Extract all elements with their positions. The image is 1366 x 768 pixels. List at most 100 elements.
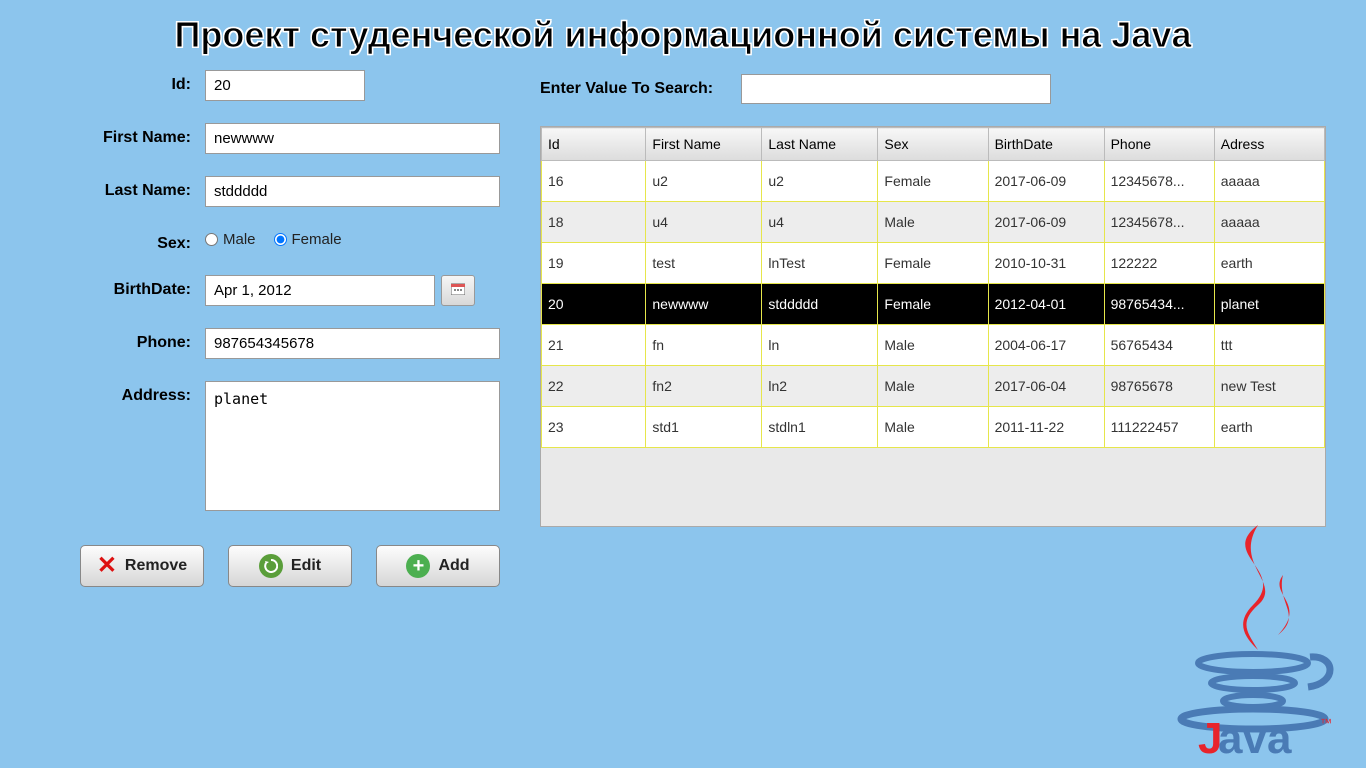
radio-female-text: Female: [292, 231, 342, 248]
cell-bd: 2004-06-17: [988, 325, 1104, 366]
add-button-label: Add: [438, 557, 469, 575]
cell-bd: 2010-10-31: [988, 243, 1104, 284]
students-table: Id First Name Last Name Sex BirthDate Ph…: [540, 126, 1326, 527]
table-row[interactable]: 16u2u2Female2017-06-0912345678...aaaaa: [542, 161, 1325, 202]
table-row[interactable]: 18u4u4Male2017-06-0912345678...aaaaa: [542, 202, 1325, 243]
cell-ln: u4: [762, 202, 878, 243]
radio-male-label[interactable]: Male: [205, 231, 256, 248]
table-row[interactable]: 22fn2ln2Male2017-06-0498765678new Test: [542, 366, 1325, 407]
first-name-field[interactable]: [205, 123, 500, 154]
page-title: Проект студенческой информационной систе…: [0, 0, 1366, 70]
cell-ph: 12345678...: [1104, 161, 1214, 202]
cell-id: 16: [542, 161, 646, 202]
edit-button[interactable]: Edit: [228, 545, 352, 587]
table-row[interactable]: 19testlnTestFemale2010-10-31122222earth: [542, 243, 1325, 284]
id-field[interactable]: [205, 70, 365, 101]
table-row[interactable]: 21fnlnMale2004-06-1756765434ttt: [542, 325, 1325, 366]
cell-sex: Male: [878, 407, 988, 448]
th-address[interactable]: Adress: [1214, 128, 1324, 161]
radio-male-text: Male: [223, 231, 256, 248]
cell-ad: ttt: [1214, 325, 1324, 366]
cell-bd: 2017-06-09: [988, 202, 1104, 243]
cell-fn: fn: [646, 325, 762, 366]
label-last-name: Last Name:: [40, 176, 205, 200]
table-header-row: Id First Name Last Name Sex BirthDate Ph…: [542, 128, 1325, 161]
cell-sex: Male: [878, 325, 988, 366]
cell-id: 19: [542, 243, 646, 284]
cell-fn: fn2: [646, 366, 762, 407]
cell-ln: lnTest: [762, 243, 878, 284]
table-row[interactable]: 20newwwwstdddddFemale2012-04-0198765434.…: [542, 284, 1325, 325]
cell-ln: ln2: [762, 366, 878, 407]
cell-bd: 2017-06-09: [988, 161, 1104, 202]
label-first-name: First Name:: [40, 123, 205, 147]
cell-ph: 56765434: [1104, 325, 1214, 366]
cell-ln: ln: [762, 325, 878, 366]
calendar-button[interactable]: [441, 275, 475, 306]
th-phone[interactable]: Phone: [1104, 128, 1214, 161]
cell-ad: earth: [1214, 243, 1324, 284]
cell-sex: Female: [878, 243, 988, 284]
cell-id: 21: [542, 325, 646, 366]
cell-ln: u2: [762, 161, 878, 202]
cell-id: 22: [542, 366, 646, 407]
svg-text:™: ™: [1320, 716, 1332, 730]
cell-ad: aaaaa: [1214, 161, 1324, 202]
cell-sex: Male: [878, 202, 988, 243]
cell-ad: planet: [1214, 284, 1324, 325]
cell-ph: 122222: [1104, 243, 1214, 284]
remove-button[interactable]: ✕ Remove: [80, 545, 204, 587]
cell-ln: stddddd: [762, 284, 878, 325]
remove-icon: ✕: [97, 554, 117, 578]
form-panel: Id: First Name: Last Name: Sex: Male Fem…: [40, 70, 500, 587]
last-name-field[interactable]: [205, 176, 500, 207]
cell-sex: Female: [878, 284, 988, 325]
th-last-name[interactable]: Last Name: [762, 128, 878, 161]
birthdate-field[interactable]: [205, 275, 435, 306]
cell-fn: std1: [646, 407, 762, 448]
cell-sex: Female: [878, 161, 988, 202]
add-icon: +: [406, 554, 430, 578]
cell-ln: stdln1: [762, 407, 878, 448]
radio-male[interactable]: [205, 233, 218, 246]
remove-button-label: Remove: [125, 557, 187, 575]
cell-fn: u2: [646, 161, 762, 202]
label-birthdate: BirthDate:: [40, 275, 205, 299]
table-row[interactable]: 23std1stdln1Male2011-11-22111222457earth: [542, 407, 1325, 448]
search-label: Enter Value To Search:: [540, 80, 713, 98]
cell-fn: test: [646, 243, 762, 284]
cell-ad: new Test: [1214, 366, 1324, 407]
java-logo-text: ava: [1218, 714, 1292, 755]
radio-female[interactable]: [274, 233, 287, 246]
cell-sex: Male: [878, 366, 988, 407]
add-button[interactable]: + Add: [376, 545, 500, 587]
cell-ph: 98765678: [1104, 366, 1214, 407]
cell-ad: aaaaa: [1214, 202, 1324, 243]
cell-fn: newwww: [646, 284, 762, 325]
cell-ph: 12345678...: [1104, 202, 1214, 243]
edit-button-label: Edit: [291, 557, 321, 575]
radio-female-label[interactable]: Female: [274, 231, 342, 248]
phone-field[interactable]: [205, 328, 500, 359]
cell-id: 23: [542, 407, 646, 448]
right-panel: Enter Value To Search: Id First Name Las…: [540, 70, 1326, 587]
label-sex: Sex:: [40, 229, 205, 253]
cell-fn: u4: [646, 202, 762, 243]
th-birthdate[interactable]: BirthDate: [988, 128, 1104, 161]
cell-ph: 98765434...: [1104, 284, 1214, 325]
th-id[interactable]: Id: [542, 128, 646, 161]
cell-ph: 111222457: [1104, 407, 1214, 448]
th-sex[interactable]: Sex: [878, 128, 988, 161]
search-input[interactable]: [741, 74, 1051, 104]
cell-bd: 2017-06-04: [988, 366, 1104, 407]
calendar-icon: [451, 283, 465, 298]
cell-bd: 2012-04-01: [988, 284, 1104, 325]
label-id: Id:: [40, 70, 205, 94]
label-address: Address:: [40, 381, 205, 405]
address-field[interactable]: [205, 381, 500, 511]
edit-icon: [259, 554, 283, 578]
th-first-name[interactable]: First Name: [646, 128, 762, 161]
cell-id: 20: [542, 284, 646, 325]
label-phone: Phone:: [40, 328, 205, 352]
java-logo: J ava ™: [1158, 515, 1348, 760]
